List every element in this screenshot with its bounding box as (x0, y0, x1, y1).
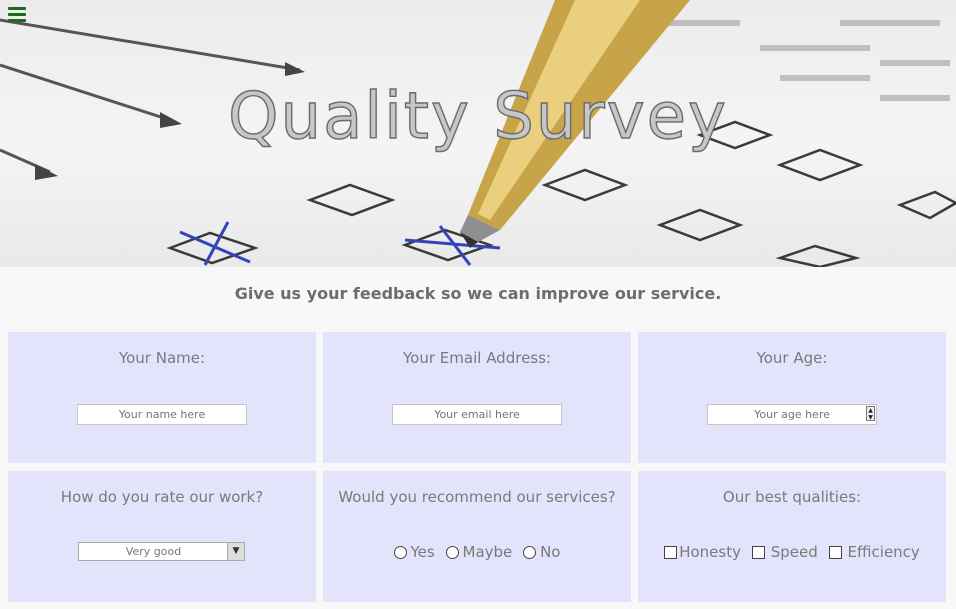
page-title: Quality Survey (227, 79, 728, 154)
quality-speed-label: Speed (770, 543, 818, 561)
qualities-options: Honesty Speed Efficiency (638, 543, 946, 563)
age-card: Your Age: ▲▼ (638, 332, 946, 463)
age-input[interactable] (707, 404, 877, 425)
email-label: Your Email Address: (403, 349, 551, 367)
recommend-yes-label: Yes (410, 543, 435, 561)
quality-efficiency-option[interactable]: Efficiency (828, 543, 920, 561)
recommend-card: Would you recommend our services? Yes Ma… (323, 471, 631, 602)
recommend-no-option[interactable]: No (523, 543, 560, 561)
checkbox-speed[interactable] (751, 545, 765, 559)
rating-card: How do you rate our work? Very good ▼ (8, 471, 316, 602)
email-card: Your Email Address: (323, 332, 631, 463)
quality-efficiency-label: Efficiency (847, 543, 920, 561)
recommend-yes-option[interactable]: Yes (393, 543, 435, 561)
recommend-maybe-label: Maybe (462, 543, 513, 561)
rating-select[interactable]: Very good ▼ (78, 542, 245, 561)
quality-speed-option[interactable]: Speed (751, 543, 818, 561)
radio-yes[interactable] (393, 545, 407, 559)
age-spinner[interactable]: ▲ ▼ (866, 406, 875, 421)
qualities-card: Our best qualities: Honesty Speed Effici… (638, 471, 946, 602)
recommend-label: Would you recommend our services? (338, 488, 616, 506)
email-input[interactable] (392, 404, 562, 425)
recommend-no-label: No (540, 543, 561, 561)
checkbox-efficiency[interactable] (828, 545, 842, 559)
name-input[interactable] (77, 404, 247, 425)
name-card: Your Name: (8, 332, 316, 463)
recommend-maybe-option[interactable]: Maybe (445, 543, 513, 561)
rating-selected-value: Very good (125, 545, 182, 558)
age-label: Your Age: (756, 349, 828, 367)
quality-honesty-label: Honesty (679, 543, 741, 561)
radio-maybe[interactable] (445, 545, 459, 559)
page-subtitle: Give us your feedback so we can improve … (234, 284, 722, 303)
checkbox-honesty[interactable] (664, 545, 678, 559)
name-label: Your Name: (118, 349, 206, 367)
hero-banner: Quality Survey (0, 0, 956, 267)
rating-label: How do you rate our work? (60, 488, 264, 506)
recommend-options: Yes Maybe No (323, 543, 631, 563)
qualities-label: Our best qualities: (722, 488, 862, 506)
chevron-down-icon[interactable]: ▼ (227, 543, 244, 560)
quality-honesty-option[interactable]: Honesty (664, 543, 741, 561)
hamburger-menu-icon[interactable] (8, 7, 26, 22)
radio-no[interactable] (523, 545, 537, 559)
